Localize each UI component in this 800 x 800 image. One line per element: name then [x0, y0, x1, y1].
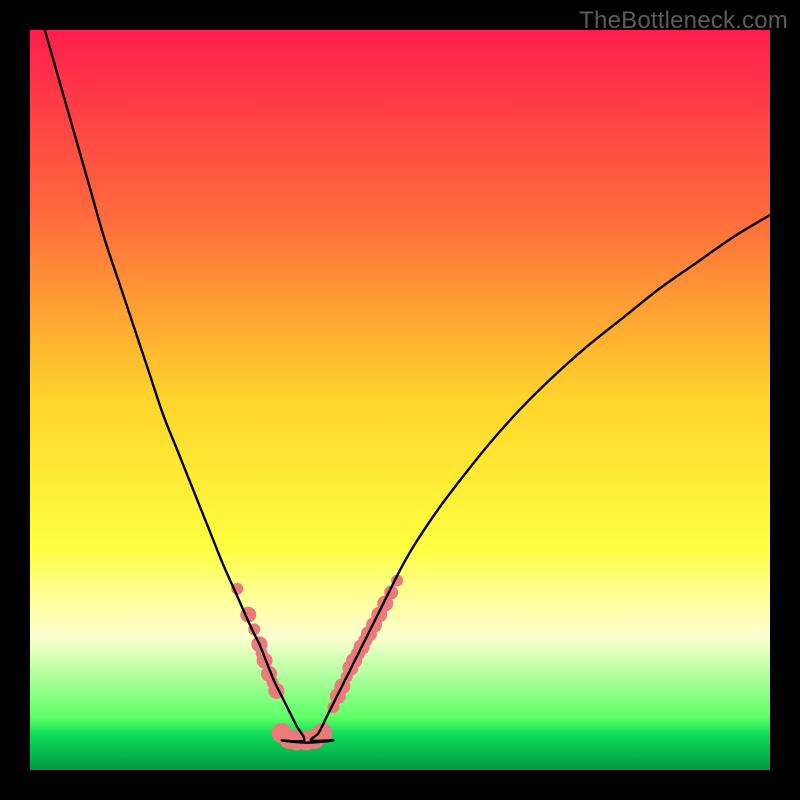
plot-area: [30, 30, 770, 770]
data-markers: [231, 575, 403, 751]
chart-frame: TheBottleneck.com: [0, 0, 800, 800]
watermark-text: TheBottleneck.com: [579, 7, 788, 35]
curve-layer: [30, 30, 770, 770]
bottleneck-curve: [45, 30, 770, 743]
